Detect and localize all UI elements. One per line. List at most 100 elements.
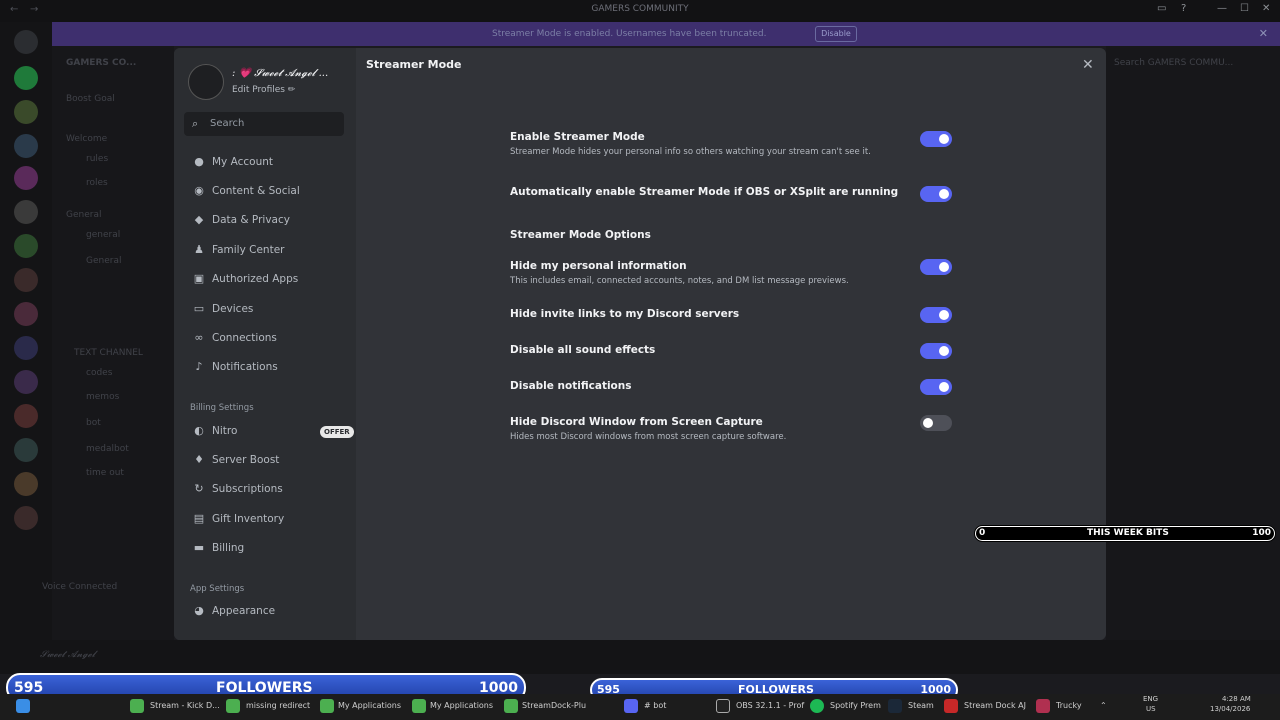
- server-icon[interactable]: [14, 302, 38, 326]
- server-icon[interactable]: [14, 100, 38, 124]
- sidebar-item-billing[interactable]: ▬ Billing: [190, 537, 348, 561]
- streamdock-icon[interactable]: [944, 699, 958, 713]
- start-icon[interactable]: [16, 699, 30, 713]
- clock-time[interactable]: 4:28 AM: [1222, 695, 1251, 703]
- taskbar-item[interactable]: Stream Dock AJ: [964, 701, 1026, 710]
- boost-icon: ♦: [194, 453, 204, 466]
- sidebar-item-devices[interactable]: ▭ Devices: [190, 298, 348, 322]
- server-icon[interactable]: [14, 268, 38, 292]
- search-icon: ⌕: [192, 117, 199, 130]
- sidebar-item-server-boost[interactable]: ♦ Server Boost: [190, 449, 348, 473]
- chrome-icon[interactable]: [130, 699, 144, 713]
- setting-description: Streamer Mode hides your personal info s…: [510, 147, 871, 157]
- setting-title: Disable all sound effects: [510, 344, 656, 356]
- server-icon[interactable]: [14, 200, 38, 224]
- taskbar-item[interactable]: Spotify Prem: [830, 701, 881, 710]
- minimize-icon[interactable]: —: [1217, 3, 1227, 14]
- banner-disable-button[interactable]: Disable: [815, 26, 857, 42]
- boost-goal: Boost Goal: [66, 94, 115, 104]
- edit-profiles-link[interactable]: Edit Profiles ✏: [232, 85, 295, 95]
- language-indicator[interactable]: ENG: [1143, 695, 1158, 703]
- server-icon[interactable]: [14, 166, 38, 190]
- taskbar-item[interactable]: Stream - Kick D...: [150, 701, 220, 710]
- setting-hide-personal-info: Hide my personal information This includ…: [510, 260, 960, 286]
- server-icon[interactable]: [14, 404, 38, 428]
- offer-badge: OFFER: [320, 426, 354, 438]
- taskbar-item[interactable]: OBS 32.1.1 - Prof: [736, 701, 804, 710]
- inbox-icon[interactable]: ▭: [1157, 3, 1166, 14]
- user-settings-modal: : 💗 𝓢𝔀𝓮𝓮𝓽 𝓐𝓷𝓰𝓮𝓵 ... Edit Profiles ✏ ⌕ Se…: [174, 48, 1106, 640]
- discord-home-icon[interactable]: [14, 30, 38, 54]
- server-icon[interactable]: [14, 234, 38, 258]
- sidebar-item-label: Appearance: [212, 605, 276, 617]
- taskbar-item[interactable]: My Applications: [430, 701, 493, 710]
- toggle-hide-window-capture[interactable]: [920, 415, 952, 431]
- trucky-icon[interactable]: [1036, 699, 1050, 713]
- sidebar-item-label: Subscriptions: [212, 483, 283, 495]
- taskbar-item[interactable]: # bot: [644, 701, 666, 710]
- sidebar-item-subscriptions[interactable]: ↻ Subscriptions: [190, 478, 348, 502]
- setting-title: Hide my personal information: [510, 260, 687, 272]
- sidebar-item-appearance[interactable]: ◕ Appearance: [190, 600, 348, 624]
- toggle-knob: [939, 346, 949, 356]
- close-icon[interactable]: ✕: [1082, 57, 1094, 73]
- channel-item: memos: [86, 392, 120, 402]
- taskbar-item[interactable]: missing redirect: [246, 701, 310, 710]
- region-indicator[interactable]: US: [1146, 705, 1156, 713]
- setting-title: Enable Streamer Mode: [510, 131, 645, 143]
- obs-icon[interactable]: [716, 699, 730, 713]
- toggle-enable-streamer-mode[interactable]: [920, 131, 952, 147]
- chrome-icon[interactable]: [226, 699, 240, 713]
- toggle-hide-personal-info[interactable]: [920, 259, 952, 275]
- server-icon[interactable]: [14, 438, 38, 462]
- clock-date[interactable]: 13/04/2026: [1210, 705, 1250, 713]
- taskbar-item[interactable]: Steam: [908, 701, 934, 710]
- spotify-icon[interactable]: [810, 699, 824, 713]
- profile-header[interactable]: : 💗 𝓢𝔀𝓮𝓮𝓽 𝓐𝓷𝓰𝓮𝓵 ... Edit Profiles ✏: [188, 64, 348, 100]
- chrome-icon[interactable]: [412, 699, 426, 713]
- toggle-hide-invite-links[interactable]: [920, 307, 952, 323]
- sidebar-item-notifications[interactable]: ♪ Notifications: [190, 356, 348, 380]
- sidebar-item-connections[interactable]: ∞ Connections: [190, 327, 348, 351]
- server-icon[interactable]: [14, 336, 38, 360]
- help-icon[interactable]: ?: [1181, 3, 1186, 14]
- sidebar-item-nitro[interactable]: ◐ Nitro OFFER: [190, 420, 354, 444]
- streamer-mode-banner: Streamer Mode is enabled. Usernames have…: [52, 22, 1280, 46]
- chrome-icon[interactable]: [504, 699, 518, 713]
- taskbar-item[interactable]: My Applications: [338, 701, 401, 710]
- steam-icon[interactable]: [888, 699, 902, 713]
- sidebar-item-data-privacy[interactable]: ◆ Data & Privacy: [190, 209, 348, 233]
- sidebar-item-label: Connections: [212, 332, 277, 344]
- sidebar-item-my-account[interactable]: ● My Account: [190, 151, 348, 175]
- sidebar-item-content-social[interactable]: ◉ Content & Social: [190, 180, 348, 204]
- server-icon[interactable]: [14, 370, 38, 394]
- window-close-icon[interactable]: ✕: [1262, 3, 1270, 14]
- channel-item: medalbot: [86, 444, 129, 454]
- sidebar-item-gift-inventory[interactable]: ▤ Gift Inventory: [190, 508, 348, 532]
- shield-icon: ◆: [194, 213, 204, 226]
- toggle-disable-sound-effects[interactable]: [920, 343, 952, 359]
- refresh-icon: ↻: [194, 482, 204, 495]
- sidebar-item-authorized-apps[interactable]: ▣ Authorized Apps: [190, 268, 348, 292]
- content-icon: ◉: [194, 184, 204, 197]
- server-name: GAMERS CO...: [66, 58, 137, 68]
- page-title: Streamer Mode: [366, 58, 462, 71]
- toggle-auto-enable[interactable]: [920, 186, 952, 202]
- toggle-knob: [939, 134, 949, 144]
- server-icon[interactable]: [14, 506, 38, 530]
- server-icon[interactable]: [14, 472, 38, 496]
- taskbar-item[interactable]: StreamDock-Plu: [522, 701, 586, 710]
- server-icon[interactable]: [14, 134, 38, 158]
- discord-icon[interactable]: [624, 699, 638, 713]
- maximize-icon[interactable]: ☐: [1240, 3, 1249, 14]
- settings-search-input[interactable]: ⌕ Search: [184, 112, 344, 136]
- member-list-background: Search GAMERS COMMU...: [1106, 46, 1280, 672]
- sidebar-item-family-center[interactable]: ♟ Family Center: [190, 239, 348, 263]
- banner-close-icon[interactable]: ✕: [1259, 27, 1268, 40]
- sidebar-item-label: Content & Social: [212, 185, 300, 197]
- toggle-disable-notifications[interactable]: [920, 379, 952, 395]
- chrome-icon[interactable]: [320, 699, 334, 713]
- taskbar-item[interactable]: Trucky: [1056, 701, 1082, 710]
- server-icon[interactable]: [14, 66, 38, 90]
- tray-chevron-icon[interactable]: ⌃: [1100, 701, 1107, 710]
